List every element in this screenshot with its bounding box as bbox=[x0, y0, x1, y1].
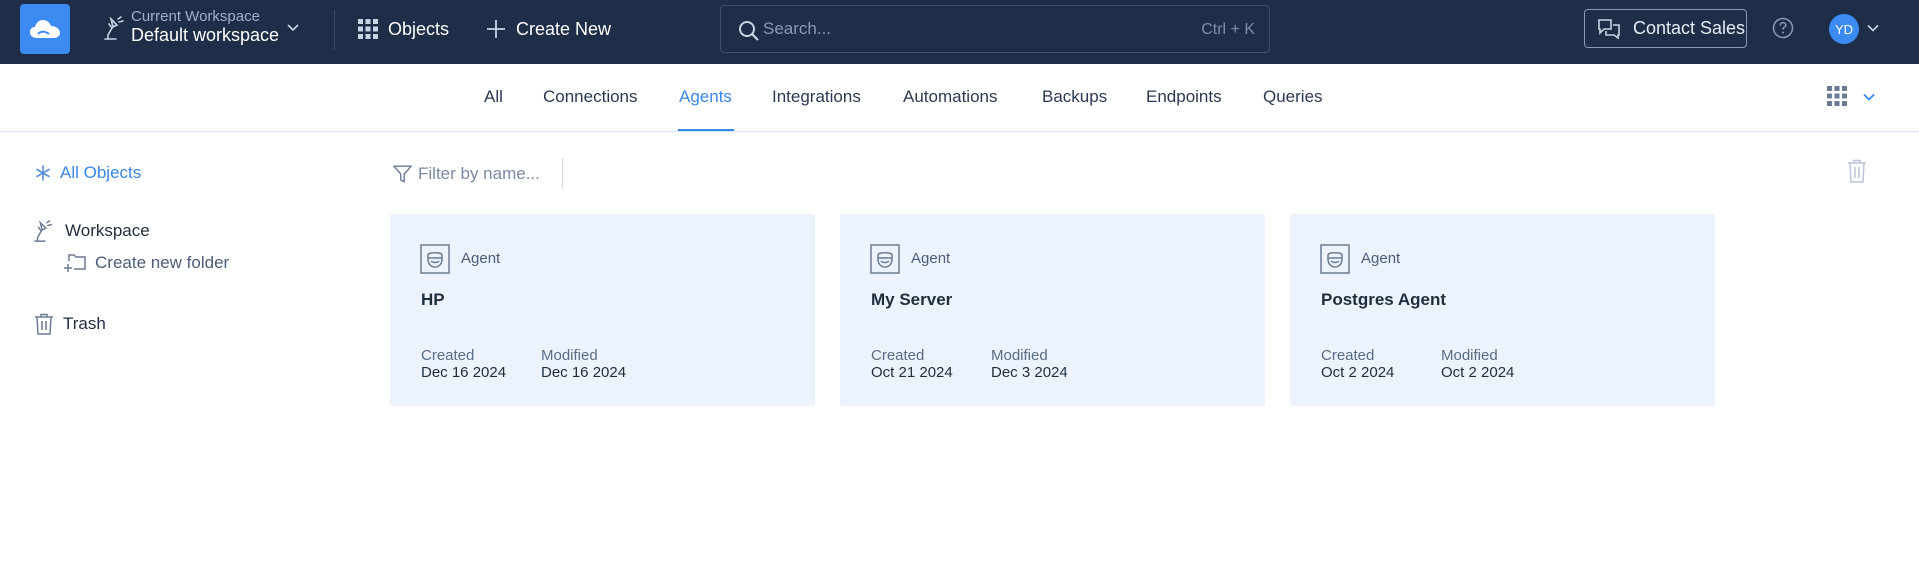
chevron-down-icon[interactable] bbox=[1866, 21, 1880, 35]
sidebar-item-label: All Objects bbox=[60, 163, 142, 182]
agent-card[interactable]: Agent HP Created Dec 16 2024 Modified De… bbox=[390, 214, 815, 406]
object-type-tabs: All Connections Agents Integrations Auto… bbox=[0, 64, 1919, 132]
card-type-label: Agent bbox=[461, 250, 501, 267]
tab-connections[interactable]: Connections bbox=[543, 87, 638, 107]
asterisk-icon bbox=[36, 165, 50, 181]
tab-endpoints[interactable]: Endpoints bbox=[1146, 87, 1222, 107]
sidebar-item-workspace[interactable]: Workspace bbox=[32, 219, 150, 243]
sidebar-item-trash[interactable]: Trash bbox=[34, 313, 106, 335]
sidebar-item-label: Workspace bbox=[65, 221, 150, 240]
card-title: My Server bbox=[871, 290, 953, 309]
create-folder-label: Create new folder bbox=[95, 253, 230, 272]
app-logo[interactable] bbox=[20, 4, 70, 54]
created-date: Oct 21 2024 bbox=[871, 364, 953, 381]
filter-input[interactable] bbox=[418, 162, 563, 186]
created-label: Created bbox=[421, 347, 475, 364]
sidebar-item-all-objects[interactable]: All Objects bbox=[35, 163, 141, 183]
tab-integrations[interactable]: Integrations bbox=[772, 87, 861, 107]
trash-icon[interactable] bbox=[1847, 159, 1867, 183]
search-shortcut-hint: Ctrl + K bbox=[1201, 21, 1255, 38]
create-new-folder-link[interactable]: Create new folder bbox=[64, 253, 229, 273]
card-type-label: Agent bbox=[911, 250, 951, 267]
active-tab-indicator bbox=[678, 129, 734, 131]
tab-automations[interactable]: Automations bbox=[903, 87, 998, 107]
tab-agents[interactable]: Agents bbox=[679, 87, 732, 107]
created-date: Oct 2 2024 bbox=[1321, 364, 1395, 381]
sidebar-item-label: Trash bbox=[63, 314, 106, 333]
agent-icon bbox=[870, 244, 900, 274]
modified-label: Modified bbox=[991, 347, 1048, 364]
agent-icon bbox=[1320, 244, 1350, 274]
card-title: Postgres Agent bbox=[1321, 290, 1447, 309]
created-label: Created bbox=[871, 347, 925, 364]
workspace-selector[interactable]: Default workspace bbox=[131, 25, 279, 46]
grid-icon bbox=[358, 19, 378, 39]
agent-card[interactable]: Agent My Server Created Oct 21 2024 Modi… bbox=[840, 214, 1265, 406]
agent-icon bbox=[420, 244, 450, 274]
top-navigation-bar: Current Workspace Default workspace Obje… bbox=[0, 0, 1919, 64]
trash-icon bbox=[35, 313, 53, 335]
card-type-label: Agent bbox=[1361, 250, 1401, 267]
divider bbox=[562, 158, 563, 189]
filter-bar bbox=[393, 160, 563, 188]
card-title: HP bbox=[421, 290, 445, 309]
workspace-lamp-icon bbox=[34, 220, 53, 242]
tab-all[interactable]: All bbox=[484, 87, 503, 107]
chevron-down-icon[interactable] bbox=[285, 20, 301, 36]
search-input[interactable] bbox=[763, 16, 1143, 42]
modified-label: Modified bbox=[541, 347, 598, 364]
filter-icon bbox=[393, 165, 412, 183]
tab-backups[interactable]: Backups bbox=[1042, 87, 1107, 107]
tab-queries[interactable]: Queries bbox=[1263, 87, 1323, 107]
created-date: Dec 16 2024 bbox=[421, 364, 507, 381]
created-label: Created bbox=[1321, 347, 1375, 364]
workspace-caption: Current Workspace bbox=[131, 8, 260, 25]
chevron-down-icon[interactable] bbox=[1862, 90, 1876, 104]
divider bbox=[334, 10, 335, 50]
modified-date: Dec 16 2024 bbox=[541, 364, 627, 381]
modified-date: Oct 2 2024 bbox=[1441, 364, 1515, 381]
workspace-lamp-icon bbox=[104, 16, 124, 40]
modified-label: Modified bbox=[1441, 347, 1498, 364]
add-folder-icon bbox=[64, 254, 86, 272]
global-search[interactable]: Ctrl + K bbox=[720, 5, 1270, 53]
create-new-button[interactable]: Create New bbox=[486, 16, 611, 42]
plus-icon bbox=[487, 20, 505, 38]
search-icon bbox=[739, 21, 759, 41]
objects-label: Objects bbox=[388, 18, 450, 39]
chat-bubbles-icon bbox=[1598, 18, 1620, 40]
help-icon[interactable] bbox=[1772, 17, 1794, 39]
contact-sales-label: Contact Sales bbox=[1633, 18, 1746, 38]
cloud-icon bbox=[30, 20, 60, 38]
contact-sales-button[interactable]: Contact Sales bbox=[1584, 9, 1747, 48]
user-avatar[interactable]: YD bbox=[1829, 14, 1859, 44]
modified-date: Dec 3 2024 bbox=[991, 364, 1068, 381]
create-new-label: Create New bbox=[516, 18, 612, 39]
grid-view-icon[interactable] bbox=[1827, 86, 1847, 106]
agent-card[interactable]: Agent Postgres Agent Created Oct 2 2024 … bbox=[1290, 214, 1715, 406]
objects-button[interactable]: Objects bbox=[358, 16, 449, 42]
